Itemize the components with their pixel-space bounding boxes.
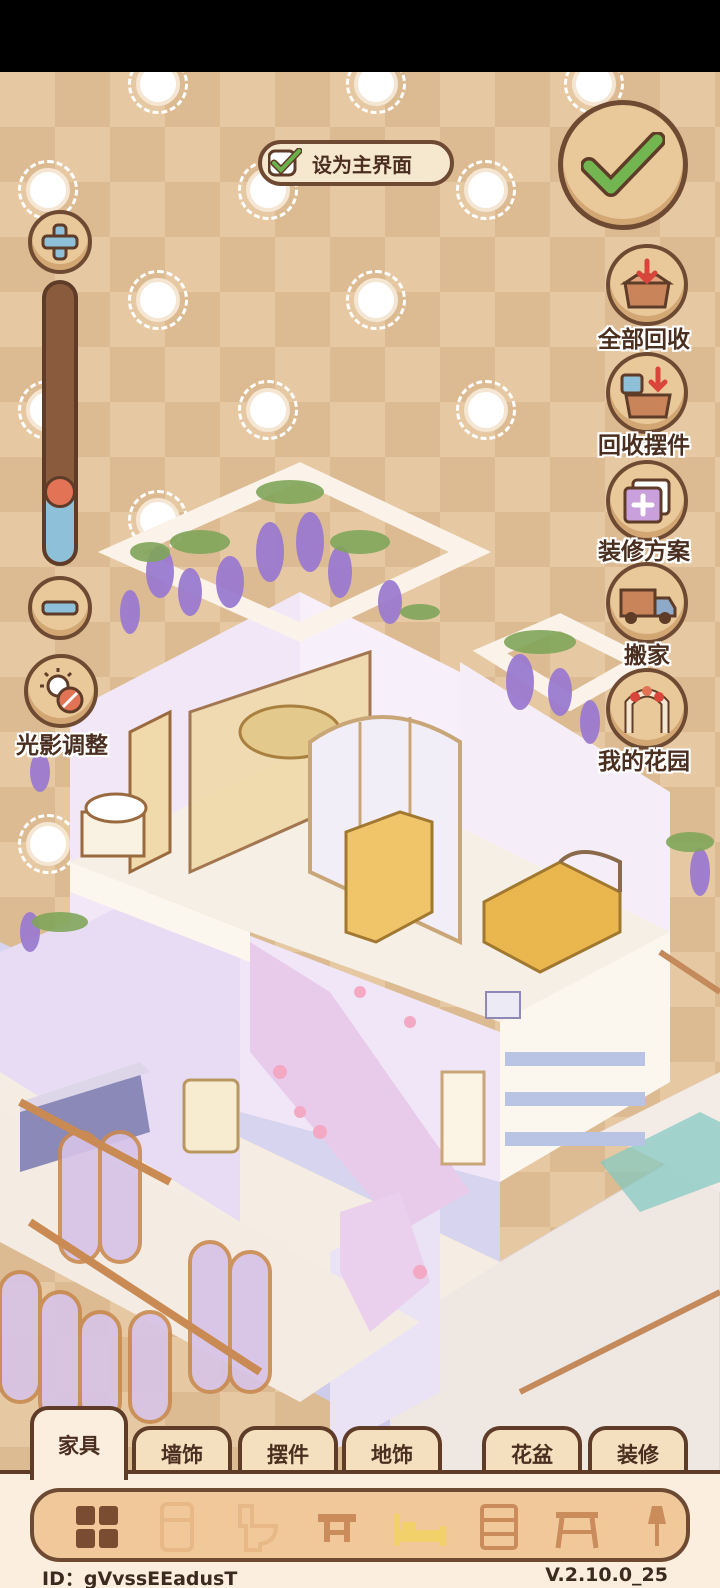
zoom-slider-handle[interactable] <box>46 476 74 508</box>
version-label: V.2.10.0_25 <box>545 1564 668 1586</box>
moving-truck-icon <box>619 588 677 624</box>
lighting-adjust-label: 光影调整 <box>16 733 108 759</box>
lighting-adjust-button[interactable] <box>24 654 98 728</box>
zoom-slider[interactable] <box>42 280 78 566</box>
recycle-ornaments-label: 回收摆件 <box>598 433 690 459</box>
plus-icon <box>41 223 79 261</box>
confirm-button[interactable] <box>558 100 688 230</box>
garden-arch-icon <box>624 686 670 733</box>
minus-icon <box>41 600 79 616</box>
zoom-in-button[interactable] <box>28 210 92 274</box>
checkbox-checked-icon <box>268 148 302 177</box>
cabinet-icon[interactable] <box>474 1502 524 1552</box>
tab-furniture[interactable]: 家具 <box>30 1406 128 1480</box>
sun-adjust-icon <box>40 668 84 714</box>
table-icon[interactable] <box>312 1502 362 1552</box>
my-garden-label: 我的花园 <box>598 749 690 775</box>
recycle-all-label: 全部回收 <box>598 327 690 353</box>
recycle-all-box-icon <box>620 258 674 309</box>
player-id: ID：gVvssEEadusT <box>42 1568 238 1588</box>
recycle-ornaments-button[interactable] <box>606 352 688 434</box>
furniture-category-bar <box>30 1488 690 1562</box>
my-garden-button[interactable] <box>606 668 688 750</box>
furniture-panel: ID：gVvssEEadusT V.2.10.0_25 <box>0 1470 720 1588</box>
lamp-icon[interactable] <box>632 1502 682 1552</box>
all-grid-icon[interactable] <box>72 1502 122 1552</box>
category-tabs: 家具 墙饰 摆件 地饰 花盆 装修 <box>0 1400 720 1480</box>
fridge-icon[interactable] <box>152 1502 202 1552</box>
decoration-plan-label: 装修方案 <box>598 539 690 565</box>
toilet-icon[interactable] <box>232 1502 282 1552</box>
recycle-ornaments-box-icon <box>620 366 672 419</box>
move-house-button[interactable] <box>606 562 688 644</box>
move-house-label: 搬家 <box>624 643 670 669</box>
decoration-plan-icon <box>623 478 671 524</box>
bed-icon[interactable] <box>390 1502 450 1552</box>
game-scene[interactable]: 设为主界面 光影调整 全部回收 回收摆件 装修方案 搬家 我的花园 家具 墙饰 … <box>0 72 720 1588</box>
desk-icon[interactable] <box>552 1502 602 1552</box>
set-main-screen-label: 设为主界面 <box>312 152 412 177</box>
zoom-out-button[interactable] <box>28 576 92 640</box>
set-main-screen-toggle[interactable]: 设为主界面 <box>258 140 454 186</box>
checkmark-icon <box>581 132 665 197</box>
decoration-plan-button[interactable] <box>606 460 688 542</box>
recycle-all-button[interactable] <box>606 244 688 326</box>
